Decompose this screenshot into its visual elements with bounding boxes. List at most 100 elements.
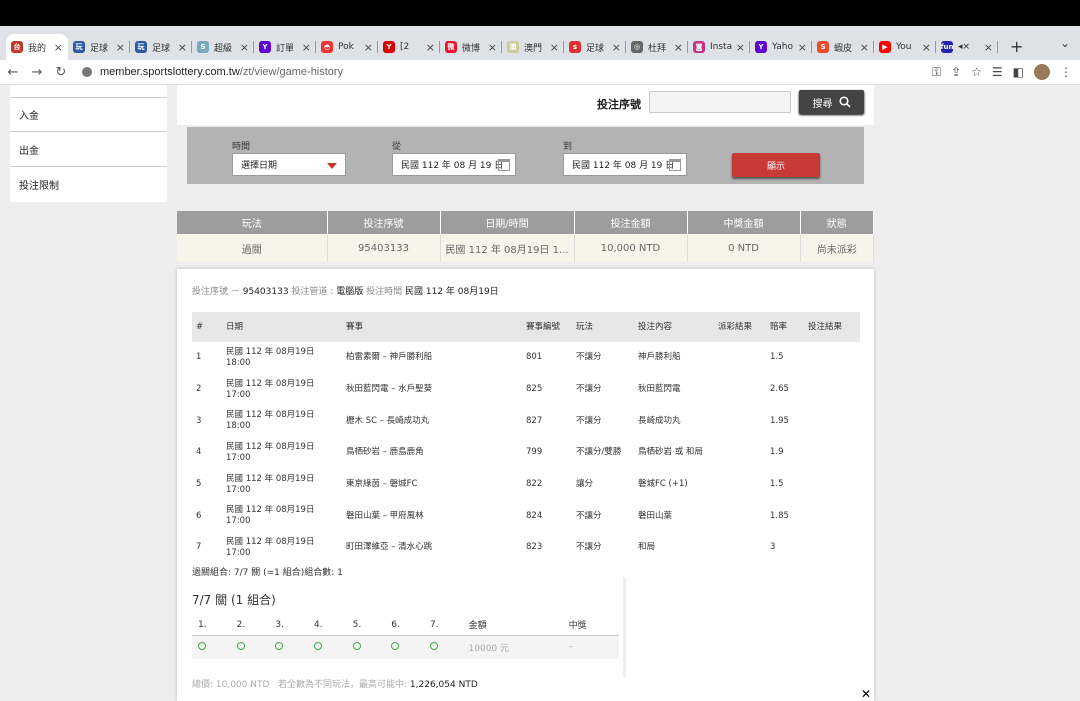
tab-close-icon[interactable]: ×	[550, 41, 559, 54]
browser-tab[interactable]: 澳澳門 ×	[502, 34, 564, 60]
table-cell: 822	[526, 479, 543, 490]
side-panel-icon[interactable]: ◧	[1013, 65, 1024, 79]
tab-title: You	[896, 42, 912, 52]
tab-close-icon[interactable]: ×	[240, 41, 249, 54]
new-tab-button[interactable]: +	[1010, 37, 1023, 56]
col-header: 1.	[192, 615, 231, 636]
address-bar[interactable]: member.sportslottery.com.tw/zt/view/game…	[82, 66, 343, 78]
sidebar-item-bet-limit[interactable]: 投注限制	[10, 167, 167, 202]
table-row[interactable]: 3 民國 112 年 08月19日 18:00 櫪木 SC – 長崎成功丸 827 不讓…	[192, 405, 860, 437]
cell-stake: 10,000 NTD	[574, 234, 688, 262]
browser-tab[interactable]: Y [2 ×	[378, 34, 440, 60]
table-cell: 磐城FC (+1)	[638, 479, 688, 490]
bookmark-star-icon[interactable]: ☆	[971, 65, 982, 79]
search-button[interactable]: 搜尋	[799, 90, 864, 114]
cell-status: 尚未派彩	[800, 234, 874, 262]
sidebar-item-deposit[interactable]: 入金	[10, 97, 167, 132]
tab-close-icon[interactable]: ×	[116, 41, 125, 54]
table-cell	[269, 635, 308, 659]
table-cell: 3	[770, 542, 776, 553]
table-cell: 7	[196, 542, 202, 553]
site-info-icon[interactable]	[82, 67, 92, 77]
serial-search-input[interactable]	[649, 91, 791, 113]
tab-close-icon[interactable]: ×	[922, 41, 931, 54]
pending-clock-icon	[313, 641, 322, 650]
tab-close-icon[interactable]: ×	[178, 41, 187, 54]
tab-close-icon[interactable]: ×	[860, 41, 869, 54]
close-icon[interactable]: ✕	[861, 687, 871, 701]
browser-tab[interactable]: 玩足球 ×	[130, 34, 192, 60]
tab-close-icon[interactable]: ×	[674, 41, 683, 54]
back-arrow-icon[interactable]: ←	[2, 65, 24, 80]
table-cell: 町田澤維亞 – 清水心跳	[346, 542, 433, 553]
browser-tab[interactable]: s 足球 ×	[564, 34, 626, 60]
reading-list-icon[interactable]: ☰	[992, 65, 1003, 79]
browser-tab[interactable]: S 蝦皮 ×	[812, 34, 874, 60]
date-range-value: 選擇日期	[241, 161, 278, 171]
table-row[interactable]: 4 民國 112 年 08月19日 17:00 鳥栖砂岩 – 鹿島鹿角 799 不讓分/…	[192, 437, 860, 469]
col-header-stake: 投注金額	[574, 211, 688, 234]
browser-tab[interactable]: ◓ Pok ×	[316, 34, 378, 60]
tab-close-icon[interactable]: ×	[364, 41, 373, 54]
table-cell	[804, 469, 860, 501]
menu-kebab-icon[interactable]: ⋮	[1060, 65, 1072, 79]
tab-favicon-icon: 台	[11, 41, 23, 53]
from-date-input[interactable]: 民國 112 年 08 月 19 日	[392, 153, 516, 176]
browser-tab[interactable]: fun ◂× ×	[936, 34, 998, 60]
share-icon[interactable]: ⇪	[951, 65, 961, 79]
table-row[interactable]: 5 民國 112 年 08月19日 17:00 東京綠茵 – 磐城FC 822 讓分 磐城…	[192, 469, 860, 501]
tab-close-icon[interactable]: ×	[612, 41, 621, 54]
table-cell	[804, 532, 860, 564]
browser-tab[interactable]: Y 訂單 ×	[254, 34, 316, 60]
browser-tab[interactable]: ◙ Insta ×	[688, 34, 750, 60]
browser-tab[interactable]: S 超級 ×	[192, 34, 254, 60]
browser-tab[interactable]: 台我的 ×	[6, 34, 68, 60]
tab-title: 足球	[586, 43, 605, 54]
tab-list-chevron-icon[interactable]: ⌄	[1060, 36, 1070, 50]
profile-avatar[interactable]	[1034, 64, 1050, 80]
table-cell: 鳥栖砂岩 – 鹿島鹿角	[346, 447, 424, 458]
calendar-icon[interactable]	[669, 159, 681, 171]
tab-close-icon[interactable]: ×	[488, 41, 497, 54]
table-row[interactable]: 過關 95403133 民國 112 年 08月19日 1... 10,000 …	[177, 234, 874, 262]
reload-icon[interactable]: ↻	[50, 65, 72, 80]
table-row[interactable]: 6 民國 112 年 08月19日 17:00 磐田山葉 – 甲府風林 824 不讓分 磐…	[192, 500, 860, 532]
browser-tab[interactable]: ◎ 杜拜 ×	[626, 34, 688, 60]
browser-tab[interactable]: 玩足球 ×	[68, 34, 130, 60]
col-header-serial: 投注序號	[327, 211, 441, 234]
from-date-value: 民國 112 年 08 月 19 日	[401, 161, 504, 171]
total-label: 總價: 10,000 NTD	[192, 680, 270, 690]
show-button[interactable]: 顯示	[732, 153, 820, 177]
col-header-datetime: 日期/時間	[440, 211, 575, 234]
tab-close-icon[interactable]: ×	[302, 41, 311, 54]
browser-tab[interactable]: Y Yaho ×	[750, 34, 812, 60]
sidebar-item-withdraw[interactable]: 出金	[10, 132, 167, 167]
tab-close-icon[interactable]: ×	[54, 41, 63, 54]
tab-close-icon[interactable]: ×	[426, 41, 435, 54]
key-icon[interactable]: ⚿	[932, 65, 941, 80]
bet-total: 總價: 10,000 NTD 若全數為不同玩法，最高可能中: 1,226,054…	[192, 677, 478, 690]
pending-clock-icon	[352, 641, 361, 650]
browser-tab[interactable]: 微微博 ×	[440, 34, 502, 60]
tab-close-icon[interactable]: ×	[736, 41, 745, 54]
browser-tab[interactable]: ▶ You ×	[874, 34, 936, 60]
col-header: 賠率	[766, 312, 804, 342]
table-row[interactable]: 1 民國 112 年 08月19日 18:00 柏雷素爾 – 神戶勝利船 801 不讓分…	[192, 342, 860, 374]
to-label: 到	[563, 142, 573, 152]
tab-close-icon[interactable]: ×	[798, 41, 807, 54]
table-row[interactable]: 7 民國 112 年 08月19日 17:00 町田澤維亞 – 清水心跳 823 不讓分…	[192, 532, 860, 564]
table-row[interactable]: 2 民國 112 年 08月19日 17:00 秋田藍閃電 – 水戶聖葵 825 不讓分…	[192, 374, 860, 406]
channel-value: 電腦版	[336, 287, 364, 297]
date-filter-panel: 時間 選擇日期 從 民國 112 年 08 月 19 日 到 民國 112 年 …	[187, 127, 864, 184]
table-cell: 鳥栖砂岩 或 和局	[638, 447, 703, 458]
forward-arrow-icon[interactable]: →	[26, 65, 48, 80]
pending-clock-icon	[391, 641, 400, 650]
tab-favicon-icon: Y	[383, 41, 395, 53]
calendar-icon[interactable]	[498, 159, 510, 171]
tab-favicon-icon: Y	[259, 41, 271, 53]
col-header: 日期	[222, 312, 342, 342]
table-cell: 799	[526, 447, 543, 458]
tab-close-icon[interactable]: ×	[984, 41, 993, 54]
date-range-select[interactable]: 選擇日期	[232, 153, 346, 176]
to-date-input[interactable]: 民國 112 年 08 月 19 日	[563, 153, 687, 176]
